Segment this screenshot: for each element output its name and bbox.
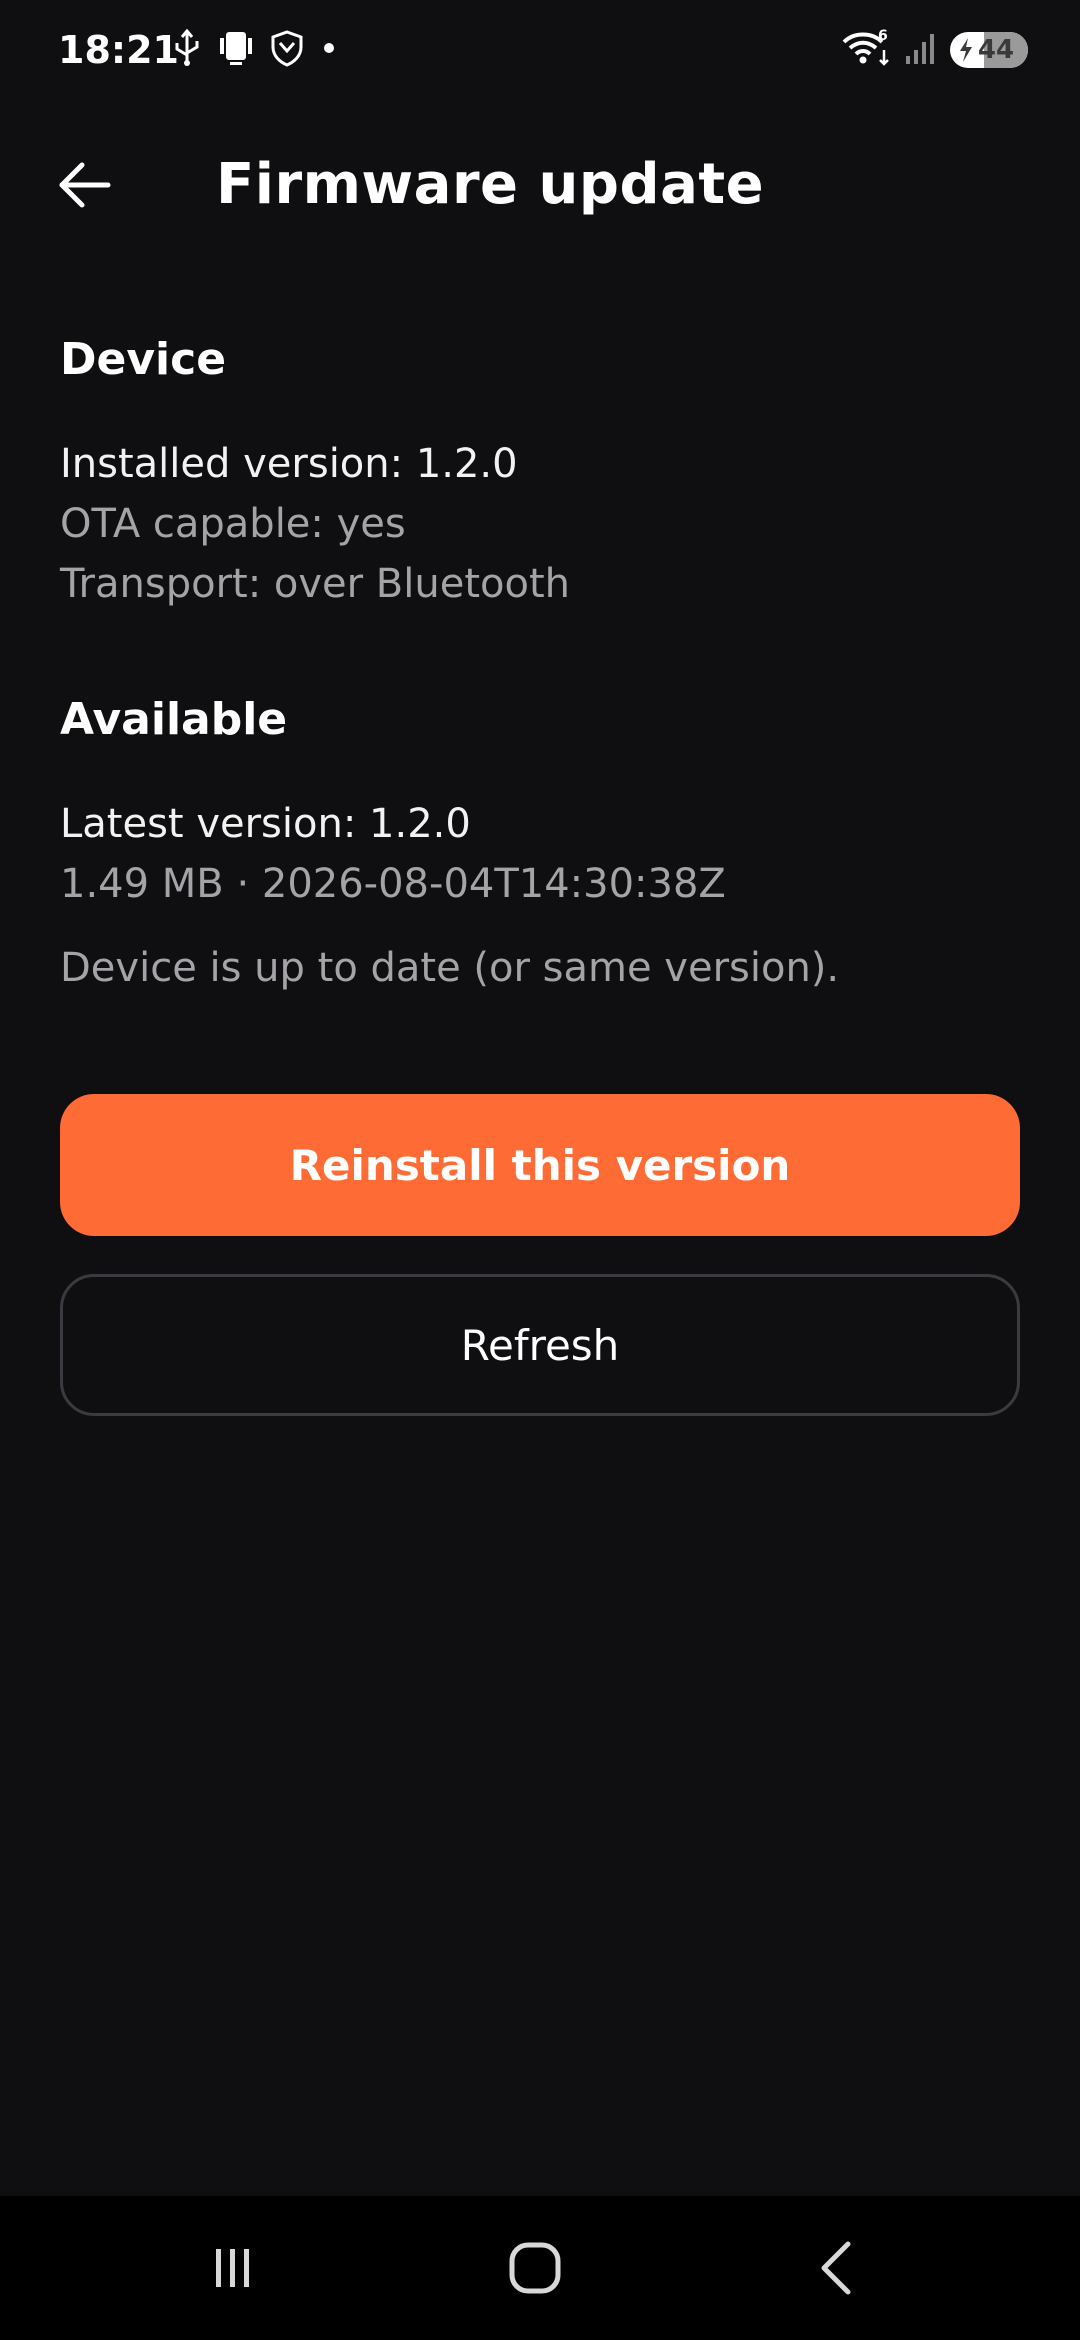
nav-back-button[interactable] [792, 2232, 882, 2304]
battery-level: 44 [977, 35, 1015, 65]
back-chevron-icon [821, 2241, 851, 2295]
dot-icon [318, 37, 340, 63]
refresh-button[interactable]: Refresh [60, 1274, 1020, 1416]
status-time: 18:21 [58, 28, 179, 72]
installed-version: Installed version: 1.2.0 [60, 441, 518, 487]
phone-connection-icon [216, 28, 256, 72]
size-and-date: 1.49 MB · 2026-08-04T14:30:38Z [60, 861, 726, 907]
status-icons-left [172, 28, 340, 72]
reinstall-button[interactable]: Reinstall this version [60, 1094, 1020, 1236]
home-button[interactable] [490, 2232, 580, 2304]
arrow-left-icon [59, 162, 111, 208]
navigation-bar [0, 2196, 1080, 2340]
latest-version: Latest version: 1.2.0 [60, 801, 471, 847]
battery-charging-icon: 44 [950, 32, 1028, 68]
status-icons-right: 6 44 [840, 26, 1028, 74]
shield-icon [270, 29, 304, 71]
device-section-title: Device [60, 334, 227, 385]
signal-icon [904, 30, 938, 70]
recents-icon [216, 2249, 249, 2287]
transport: Transport: over Bluetooth [60, 561, 570, 607]
usb-icon [172, 28, 202, 71]
ota-capable: OTA capable: yes [60, 501, 406, 547]
home-icon [509, 2242, 561, 2294]
page-title: Firmware update [216, 152, 765, 217]
available-section-title: Available [60, 694, 288, 745]
recents-button[interactable] [188, 2232, 278, 2304]
svg-text:6: 6 [878, 28, 888, 44]
status-bar: 18:21 6 44 [0, 0, 1080, 100]
app-bar: Firmware update [0, 130, 1080, 240]
back-button[interactable] [44, 152, 124, 218]
wifi-6-icon: 6 [840, 28, 892, 72]
status-message: Device is up to date (or same version). [60, 945, 840, 991]
firmware-update-screen: 18:21 6 44 Firmware update Device Instal… [0, 0, 1080, 2340]
